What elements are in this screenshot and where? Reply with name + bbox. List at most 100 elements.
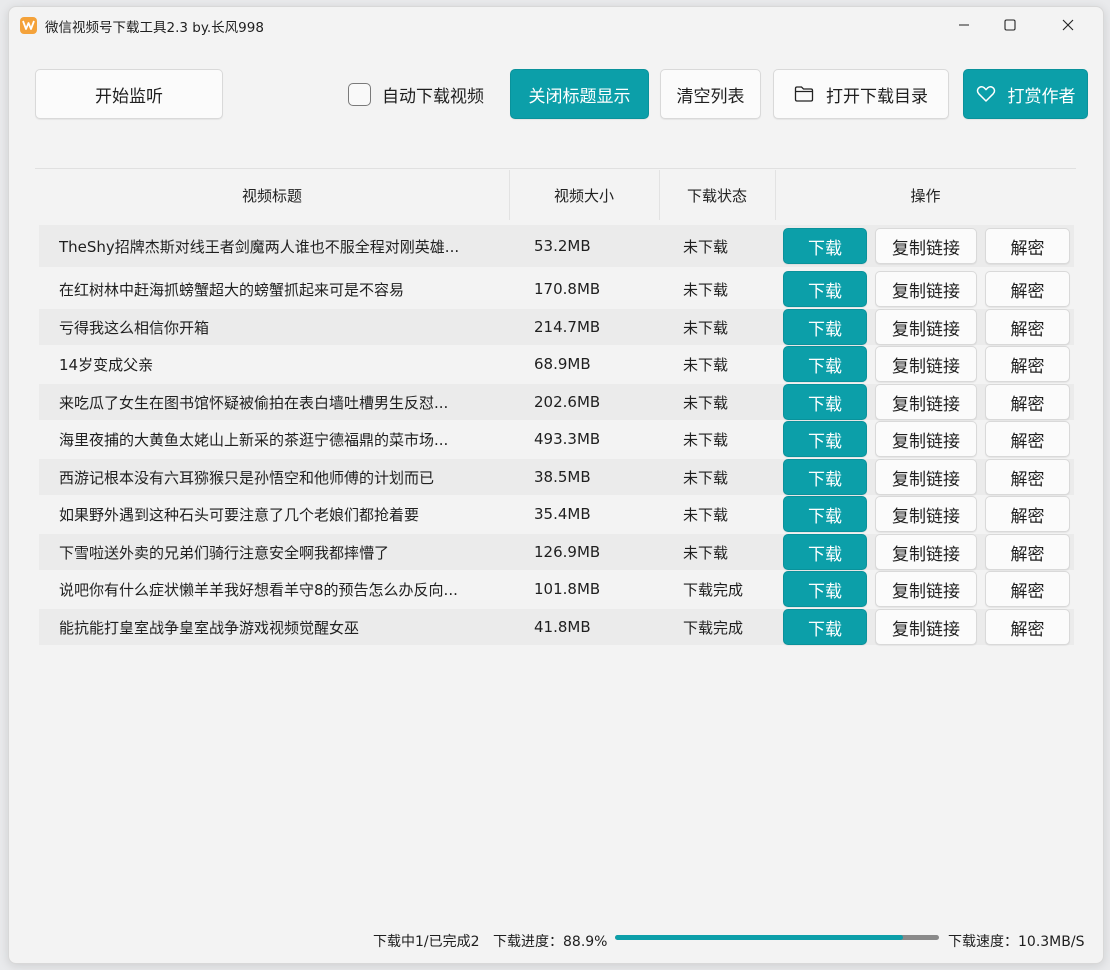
tip-author-button[interactable]: 打赏作者: [963, 69, 1088, 119]
copy-link-button[interactable]: 复制链接: [875, 496, 977, 532]
copy-link-button[interactable]: 复制链接: [875, 384, 977, 420]
video-size: 41.8MB: [534, 618, 591, 636]
copy-link-button[interactable]: 复制链接: [875, 309, 977, 345]
auto-download-checkbox[interactable]: 自动下载视频: [348, 82, 484, 107]
decrypt-button[interactable]: 解密: [985, 309, 1070, 345]
close-icon: [1062, 19, 1074, 31]
minimize-button[interactable]: [941, 7, 987, 43]
download-button[interactable]: 下载: [783, 384, 867, 420]
table-row[interactable]: 14岁变成父亲 68.9MB 未下载 下载 复制链接 解密: [39, 346, 1074, 382]
auto-download-label: 自动下载视频: [382, 87, 484, 107]
copy-link-button[interactable]: 复制链接: [875, 421, 977, 457]
header-size: 视频大小: [553, 186, 614, 205]
download-button[interactable]: 下载: [783, 459, 867, 495]
download-counts: 下载中1/已完成2: [373, 934, 480, 950]
decrypt-button[interactable]: 解密: [985, 609, 1070, 645]
download-button[interactable]: 下载: [783, 571, 867, 607]
video-title: 说吧你有什么症状懒羊羊我好想看羊守8的预告怎么办反向...: [59, 580, 458, 599]
app-window: 微信视频号下载工具2.3 by.长风998 开始监听 自动下载视频 关闭标题显示…: [8, 6, 1104, 964]
video-title: 下雪啦送外卖的兄弟们骑行注意安全啊我都摔懵了: [59, 543, 390, 562]
download-status: 未下载: [683, 430, 729, 449]
download-button[interactable]: 下载: [783, 534, 867, 570]
table-row[interactable]: 说吧你有什么症状懒羊羊我好想看羊守8的预告怎么办反向... 101.8MB 下载完成…: [39, 571, 1074, 607]
video-size: 35.4MB: [534, 505, 591, 523]
video-title: TheShy招牌杰斯对线王者剑魔两人谁也不服全程对刚英雄...: [59, 237, 460, 256]
app-logo-icon: [20, 17, 37, 34]
maximize-button[interactable]: [987, 7, 1033, 43]
download-status: 未下载: [683, 543, 729, 562]
video-size: 170.8MB: [534, 280, 601, 298]
decrypt-button[interactable]: 解密: [985, 384, 1070, 420]
table-row[interactable]: TheShy招牌杰斯对线王者剑魔两人谁也不服全程对刚英雄... 53.2MB 未下载…: [39, 225, 1074, 267]
download-progress-bar: [615, 935, 939, 940]
table-row[interactable]: 亏得我这么相信你开箱 214.7MB 未下载 下载 复制链接 解密: [39, 309, 1074, 345]
folder-icon: [794, 85, 814, 103]
decrypt-button[interactable]: 解密: [985, 271, 1070, 307]
download-button[interactable]: 下载: [783, 496, 867, 532]
copy-link-button[interactable]: 复制链接: [875, 571, 977, 607]
video-title: 如果野外遇到这种石头可要注意了几个老娘们都抢着要: [59, 505, 420, 524]
clear-list-button[interactable]: 清空列表: [660, 69, 761, 119]
download-status: 未下载: [683, 505, 729, 524]
decrypt-button[interactable]: 解密: [985, 534, 1070, 570]
video-size: 493.3MB: [534, 430, 601, 448]
table-row[interactable]: 西游记根本没有六耳猕猴只是孙悟空和他师傅的计划而已 38.5MB 未下载 下载 复制链接…: [39, 459, 1074, 495]
window-title: 微信视频号下载工具2.3 by.长风998: [45, 20, 264, 36]
close-button[interactable]: [1045, 7, 1091, 43]
open-download-dir-button[interactable]: 打开下载目录: [773, 69, 949, 119]
copy-link-button[interactable]: 复制链接: [875, 346, 977, 382]
download-button[interactable]: 下载: [783, 609, 867, 645]
decrypt-button[interactable]: 解密: [985, 459, 1070, 495]
table-row[interactable]: 海里夜捕的大黄鱼太姥山上新采的茶逛宁德福鼎的菜市场... 493.3MB 未下载 下载…: [39, 421, 1074, 457]
download-button[interactable]: 下载: [783, 271, 867, 307]
header-title: 视频标题: [241, 186, 302, 205]
decrypt-button[interactable]: 解密: [985, 571, 1070, 607]
toggle-title-button[interactable]: 关闭标题显示: [510, 69, 649, 119]
video-size: 126.9MB: [534, 543, 601, 561]
download-button[interactable]: 下载: [783, 346, 867, 382]
video-size: 214.7MB: [534, 318, 601, 336]
video-title: 来吃瓜了女生在图书馆怀疑被偷拍在表白墙吐槽男生反怼...: [59, 393, 449, 412]
download-status: 未下载: [683, 355, 729, 374]
video-title: 海里夜捕的大黄鱼太姥山上新采的茶逛宁德福鼎的菜市场...: [59, 430, 449, 449]
copy-link-button[interactable]: 复制链接: [875, 228, 977, 264]
decrypt-button[interactable]: 解密: [985, 346, 1070, 382]
tip-author-label: 打赏作者: [1007, 86, 1076, 107]
copy-link-button[interactable]: 复制链接: [875, 459, 977, 495]
checkbox-box[interactable]: [348, 83, 371, 106]
download-button[interactable]: 下载: [783, 228, 867, 264]
download-speed: 下载速度：10.3MB/S: [948, 934, 1085, 950]
download-button[interactable]: 下载: [783, 309, 867, 345]
video-title: 亏得我这么相信你开箱: [59, 318, 210, 337]
video-title: 14岁变成父亲: [59, 355, 154, 374]
header-actions: 操作: [910, 186, 941, 205]
video-size: 202.6MB: [534, 393, 601, 411]
video-size: 101.8MB: [534, 580, 601, 598]
start-listen-button[interactable]: 开始监听: [35, 69, 223, 119]
download-progress-fill: [615, 935, 904, 940]
download-status: 未下载: [683, 280, 729, 299]
table-row[interactable]: 下雪啦送外卖的兄弟们骑行注意安全啊我都摔懵了 126.9MB 未下载 下载 复制链接 解密: [39, 534, 1074, 570]
decrypt-button[interactable]: 解密: [985, 421, 1070, 457]
download-status: 未下载: [683, 237, 729, 256]
table-row[interactable]: 能抗能打皇室战争皇室战争游戏视频觉醒女巫 41.8MB 下载完成 下载 复制链接 解密: [39, 609, 1074, 645]
download-button[interactable]: 下载: [783, 421, 867, 457]
download-status: 未下载: [683, 393, 729, 412]
video-title: 在红树林中赶海抓螃蟹超大的螃蟹抓起来可是不容易: [59, 280, 405, 299]
table-row[interactable]: 在红树林中赶海抓螃蟹超大的螃蟹抓起来可是不容易 170.8MB 未下载 下载 复制链接解…: [39, 271, 1074, 307]
copy-link-button[interactable]: 复制链接: [875, 271, 977, 307]
decrypt-button[interactable]: 解密: [985, 496, 1070, 532]
download-status: 下载完成: [683, 580, 744, 599]
video-title: 西游记根本没有六耳猕猴只是孙悟空和他师傅的计划而已: [59, 468, 435, 487]
table-row[interactable]: 如果野外遇到这种石头可要注意了几个老娘们都抢着要 35.4MB 未下载 下载 复制链接解…: [39, 496, 1074, 532]
download-status: 未下载: [683, 318, 729, 337]
copy-link-button[interactable]: 复制链接: [875, 609, 977, 645]
table-top-divider: [35, 168, 1076, 169]
video-size: 53.2MB: [534, 237, 591, 255]
table-row[interactable]: 来吃瓜了女生在图书馆怀疑被偷拍在表白墙吐槽男生反怼... 202.6MB 未下载 下载…: [39, 384, 1074, 420]
video-title: 能抗能打皇室战争皇室战争游戏视频觉醒女巫: [59, 618, 360, 637]
download-status: 下载完成: [683, 618, 744, 637]
decrypt-button[interactable]: 解密: [985, 228, 1070, 264]
header-status: 下载状态: [686, 186, 747, 205]
copy-link-button[interactable]: 复制链接: [875, 534, 977, 570]
